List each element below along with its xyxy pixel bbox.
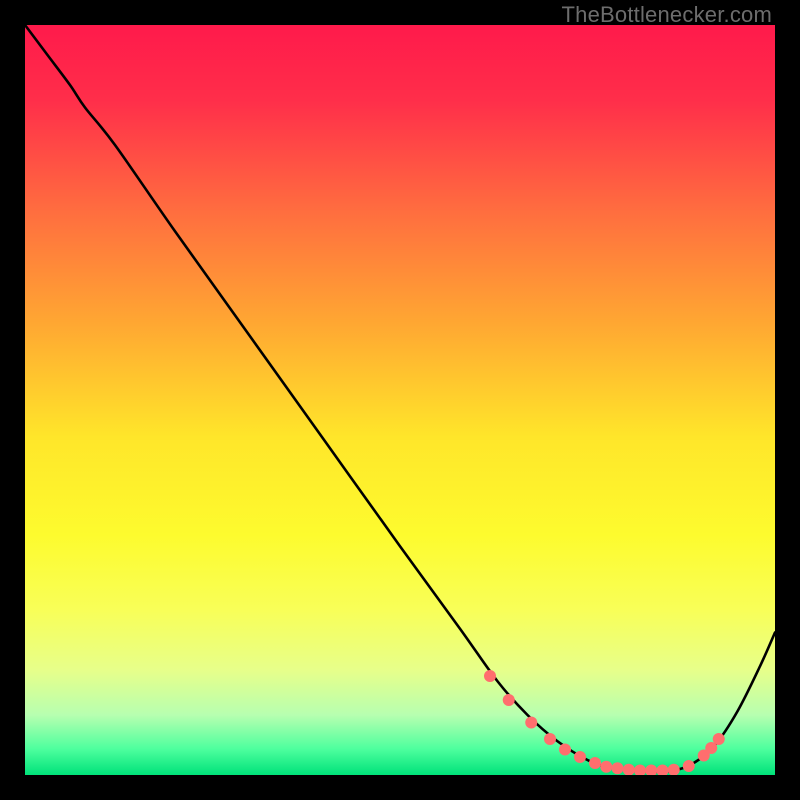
marker-dot bbox=[612, 762, 624, 774]
marker-dot bbox=[574, 751, 586, 763]
gradient-background bbox=[25, 25, 775, 775]
marker-dot bbox=[559, 744, 571, 756]
marker-dot bbox=[713, 733, 725, 745]
marker-dot bbox=[484, 670, 496, 682]
marker-dot bbox=[525, 717, 537, 729]
marker-dot bbox=[503, 694, 515, 706]
plot-svg bbox=[25, 25, 775, 775]
marker-dot bbox=[683, 760, 695, 772]
chart-frame bbox=[25, 25, 775, 775]
marker-dot bbox=[600, 761, 612, 773]
marker-dot bbox=[589, 757, 601, 769]
marker-dot bbox=[544, 733, 556, 745]
watermark-text: TheBottlenecker.com bbox=[562, 2, 772, 28]
